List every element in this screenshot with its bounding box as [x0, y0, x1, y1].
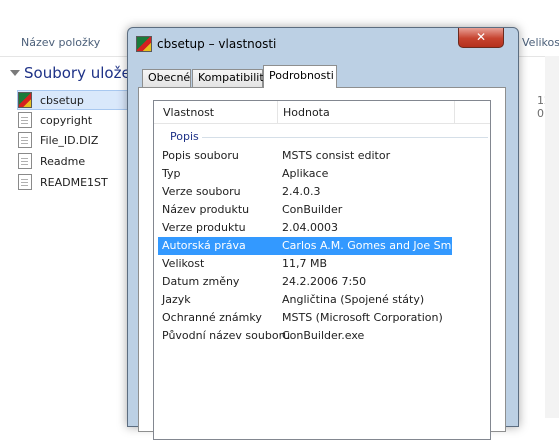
file-item-file-id-diz[interactable]: File_ID.DIZ — [18, 131, 138, 149]
property-name: Jazyk — [162, 293, 191, 306]
details-panel: Vlastnost Hodnota Popis Popis souboru MS… — [138, 87, 506, 440]
property-value: ConBuilder — [282, 203, 343, 216]
property-row[interactable]: Popis souboru MSTS consist editor — [158, 147, 452, 165]
property-name: Velikost — [162, 257, 205, 270]
file-label: cbsetup — [40, 93, 84, 107]
file-item-copyright[interactable]: copyright — [18, 111, 138, 129]
document-icon — [18, 174, 32, 190]
vertical-scrollbar[interactable] — [545, 56, 559, 418]
property-value: 11,7 MB — [282, 257, 328, 270]
property-name: Autorská práva — [162, 239, 246, 252]
document-icon — [18, 153, 32, 169]
property-row[interactable]: Typ Aplikace — [158, 165, 452, 183]
file-label: File_ID.DIZ — [40, 133, 99, 147]
property-name: Ochranné známky — [162, 311, 262, 324]
property-value: Angličtina (Spojené státy) — [282, 293, 425, 306]
property-row[interactable]: Verze produktu 2.04.0003 — [158, 219, 452, 237]
tab-compatibility[interactable]: Kompatibilita — [192, 69, 270, 87]
properties-list: Vlastnost Hodnota Popis Popis souboru MS… — [153, 100, 491, 440]
property-name: Název produktu — [162, 203, 250, 216]
column-divider[interactable] — [454, 101, 455, 123]
property-value: MSTS (Microsoft Corporation) — [282, 311, 443, 324]
property-row[interactable]: Ochranné známky MSTS (Microsoft Corporat… — [158, 309, 452, 327]
close-button[interactable]: ✕ — [458, 28, 504, 48]
tab-general[interactable]: Obecné — [142, 69, 191, 87]
property-value: 2.4.0.3 — [282, 185, 321, 198]
dialog-titlebar[interactable]: cbsetup – vlastnosti ✕ — [128, 28, 518, 60]
property-row[interactable]: Verze souboru 2.4.0.3 — [158, 183, 452, 201]
application-icon — [18, 92, 32, 108]
tab-details[interactable]: Podrobnosti — [263, 65, 337, 88]
file-item-readme1st[interactable]: README1ST — [18, 173, 138, 191]
section-label: Popis — [170, 130, 199, 143]
group-expand-icon[interactable] — [10, 70, 20, 76]
property-name: Popis souboru — [162, 149, 239, 162]
property-value: ConBuilder.exe — [282, 329, 365, 342]
property-row[interactable]: Jazyk Angličtina (Spojené státy) — [158, 291, 452, 309]
property-name: Typ — [162, 167, 181, 180]
property-row[interactable]: Název produktu ConBuilder — [158, 201, 452, 219]
column-header-name[interactable]: Název položky — [21, 36, 100, 49]
column-header-value[interactable]: Hodnota — [283, 106, 330, 119]
column-divider[interactable] — [277, 101, 278, 123]
list-header: Vlastnost Hodnota — [154, 101, 490, 124]
property-value: 24.2.2006 7:50 — [282, 275, 367, 288]
property-name: Původní název souboru — [162, 329, 291, 342]
property-value: 2.04.0003 — [282, 221, 338, 234]
file-item-readme[interactable]: Readme — [18, 152, 138, 170]
property-row[interactable]: Původní název souboru ConBuilder.exe — [158, 327, 452, 345]
property-name: Verze produktu — [162, 221, 246, 234]
column-header-property[interactable]: Vlastnost — [163, 106, 214, 119]
document-icon — [18, 112, 32, 128]
close-icon: ✕ — [475, 30, 487, 44]
property-row[interactable]: Datum změny 24.2.2006 7:50 — [158, 273, 452, 291]
dialog-title: cbsetup – vlastnosti — [157, 37, 277, 51]
property-value: Aplikace — [282, 167, 329, 180]
group-title: Soubory uložen — [24, 64, 141, 82]
file-label: Readme — [40, 154, 86, 168]
file-item-cbsetup[interactable]: cbsetup — [17, 90, 131, 110]
file-label: README1ST — [40, 175, 108, 189]
column-header-size[interactable]: Velikost — [522, 36, 559, 49]
property-value: MSTS consist editor — [282, 149, 391, 162]
property-row[interactable]: Velikost 11,7 MB — [158, 255, 452, 273]
property-name: Verze souboru — [162, 185, 241, 198]
properties-dialog: cbsetup – vlastnosti ✕ Obecné Kompatibil… — [127, 27, 519, 440]
property-name: Datum změny — [162, 275, 240, 288]
section-divider — [202, 137, 488, 138]
property-value: Carlos A.M. Gomes and Joe Smith — [282, 239, 466, 252]
property-row-selected[interactable]: Autorská práva Carlos A.M. Gomes and Joe… — [158, 237, 466, 255]
file-label: copyright — [40, 113, 93, 127]
document-icon — [18, 132, 32, 148]
application-icon — [136, 36, 152, 52]
